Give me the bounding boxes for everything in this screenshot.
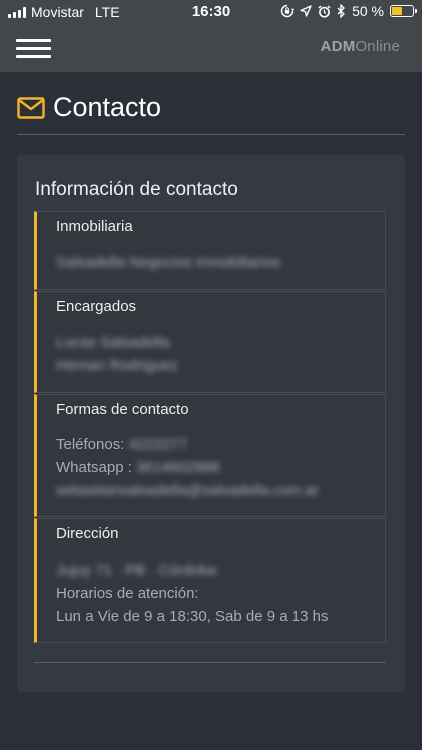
section-formas-de-contacto: Formas de contacto Teléfonos: 4222277 Wh… (34, 394, 386, 517)
section-title: Inmobiliaria (56, 218, 133, 235)
bluetooth-icon (337, 4, 345, 18)
page-title: Contacto (53, 92, 162, 122)
battery-fill (392, 7, 402, 15)
battery-icon (390, 5, 417, 17)
card-heading: Información de contacto (35, 179, 238, 200)
lock-rotation-icon (280, 4, 295, 18)
whatsapp-label: Whatsapp : (56, 459, 132, 476)
card-bottom-divider (34, 662, 386, 663)
email-link[interactable]: sebastiansalsadella@salsadella.com.ar (56, 482, 319, 499)
hamburger-menu-icon[interactable] (16, 37, 52, 61)
phones-value[interactable]: 4222277 (129, 436, 187, 453)
page-title-row: Contacto (17, 92, 161, 123)
phones-label: Teléfonos: (56, 436, 125, 453)
status-right: 50 % (280, 3, 417, 19)
location-arrow-icon (300, 5, 312, 17)
manager-name: Hernan Rodriguez (56, 357, 178, 374)
brand-bold: ADM (320, 38, 356, 55)
app-header: ADMOnline (0, 24, 422, 72)
address: Jujuy 71 · PB · Córdoba (56, 562, 217, 579)
hours-label: Horarios de atención: (56, 585, 199, 602)
envelope-icon (17, 96, 45, 119)
alarm-icon (318, 4, 331, 18)
brand-rest: Online (355, 38, 400, 55)
section-title: Dirección (56, 525, 119, 542)
section-inmobiliaria: Inmobiliaria Salsadella Negocios Inmobil… (34, 211, 386, 290)
battery-tip (415, 9, 417, 13)
phones-row: Teléfonos: 4222277 (56, 436, 187, 453)
whatsapp-row: Whatsapp : 3614602888 (56, 459, 219, 476)
status-bar: Movistar LTE 16:30 50 % (0, 0, 422, 24)
section-encargados: Encargados Lucas Salsadella Hernan Rodri… (34, 291, 386, 393)
title-divider (17, 134, 405, 135)
whatsapp-value[interactable]: 3614602888 (136, 459, 219, 476)
battery-percent: 50 % (352, 3, 384, 19)
agency-name: Salsadella Negocios Inmobiliarios (56, 254, 281, 271)
section-direccion: Dirección Jujuy 71 · PB · Córdoba Horari… (34, 518, 386, 643)
contact-card: Información de contacto Inmobiliaria Sal… (17, 155, 405, 692)
manager-name: Lucas Salsadella (56, 334, 170, 351)
hours-value: Lun a Vie de 9 a 18:30, Sab de 9 a 13 hs (56, 608, 329, 625)
section-title: Encargados (56, 298, 137, 315)
brand-logo: ADMOnline (321, 38, 400, 55)
section-title: Formas de contacto (56, 401, 189, 418)
